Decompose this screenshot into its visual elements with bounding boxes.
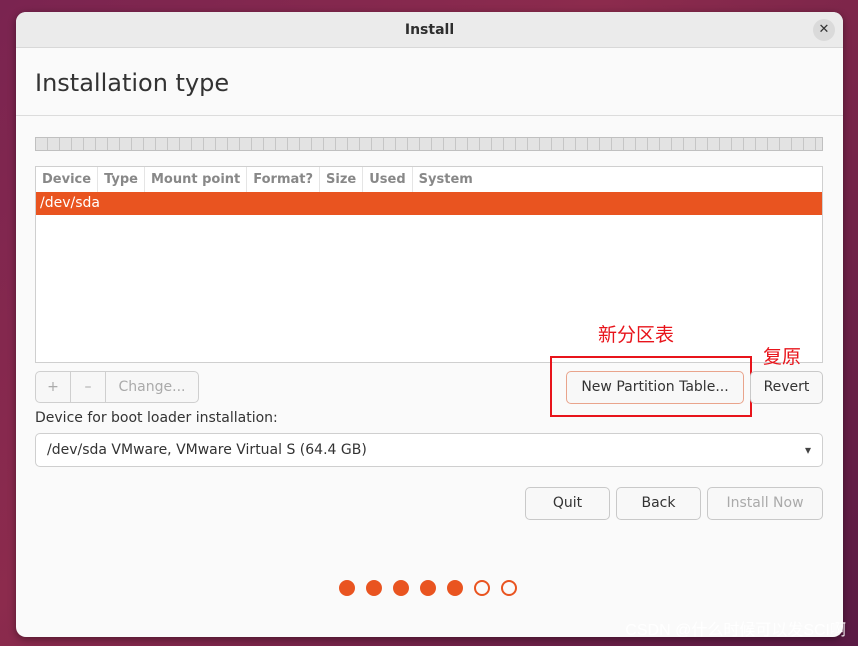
add-partition-button[interactable]: + [36, 372, 71, 402]
progress-dot-3 [393, 580, 409, 596]
progress-dot-2 [366, 580, 382, 596]
remove-partition-button[interactable]: – [71, 372, 106, 402]
progress-dot-7 [501, 580, 517, 596]
disk-usage-bar [35, 137, 823, 151]
quit-button[interactable]: Quit [525, 487, 610, 520]
column-type[interactable]: Type [98, 167, 145, 192]
new-partition-table-button[interactable]: New Partition Table... [566, 371, 744, 404]
page-header: Installation type [16, 48, 843, 116]
partition-table: Device Type Mount point Format? Size Use… [35, 166, 823, 363]
page-title: Installation type [35, 69, 230, 97]
progress-dot-5 [447, 580, 463, 596]
partition-toolbar: + – Change... [35, 371, 199, 403]
table-header: Device Type Mount point Format? Size Use… [36, 167, 822, 192]
change-partition-button[interactable]: Change... [106, 372, 198, 402]
csdn-watermark: CSDN @什么时候可以发SCI啊 [625, 622, 846, 639]
back-button[interactable]: Back [616, 487, 701, 520]
annotation-new-table: 新分区表 [598, 324, 675, 346]
install-now-button[interactable]: Install Now [707, 487, 823, 520]
progress-dots [339, 580, 517, 596]
column-used[interactable]: Used [363, 167, 413, 192]
close-button[interactable]: ✕ [813, 19, 835, 41]
progress-dot-1 [339, 580, 355, 596]
column-system[interactable]: System [413, 167, 479, 192]
progress-dot-6 [474, 580, 490, 596]
chevron-down-icon: ▾ [804, 443, 811, 457]
boot-loader-label: Device for boot loader installation: [35, 410, 278, 426]
boot-loader-select[interactable]: /dev/sda VMware, VMware Virtual S (64.4 … [35, 433, 823, 467]
installer-window: Install ✕ Installation type Device Type … [16, 12, 843, 637]
column-device[interactable]: Device [36, 167, 99, 192]
title-bar: Install ✕ [16, 12, 843, 48]
column-format[interactable]: Format? [247, 167, 321, 192]
progress-dot-4 [420, 580, 436, 596]
window-title: Install [404, 22, 455, 38]
table-row-dev-sda[interactable]: /dev/sda [36, 192, 822, 215]
annotation-revert: 复原 [763, 346, 802, 368]
boot-loader-selected: /dev/sda VMware, VMware Virtual S (64.4 … [47, 442, 367, 458]
revert-button[interactable]: Revert [750, 371, 823, 404]
column-mount-point[interactable]: Mount point [145, 167, 248, 192]
column-size[interactable]: Size [320, 167, 364, 192]
